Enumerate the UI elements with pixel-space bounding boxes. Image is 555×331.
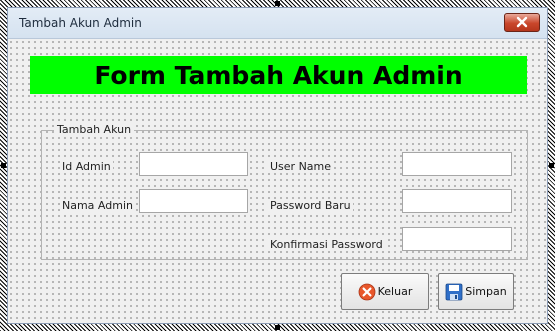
exit-icon xyxy=(358,283,376,301)
resize-handle-top[interactable] xyxy=(275,1,280,6)
nama-admin-input[interactable] xyxy=(139,189,248,213)
user-name-input[interactable] xyxy=(402,152,512,176)
form-window: Tambah Akun Admin Form Tambah Akun Admin… xyxy=(7,7,548,324)
password-baru-input[interactable] xyxy=(402,189,512,213)
form-client-area: Form Tambah Akun Admin Tambah Akun Id Ad… xyxy=(8,39,547,323)
close-button[interactable] xyxy=(504,13,540,32)
close-icon xyxy=(515,13,529,32)
id-admin-label: Id Admin xyxy=(60,160,113,173)
title-bar: Tambah Akun Admin xyxy=(8,8,547,39)
password-baru-label: Password Baru xyxy=(268,199,353,212)
nama-admin-label: Nama Admin xyxy=(60,199,135,212)
resize-handle-right[interactable] xyxy=(549,163,554,168)
konfirmasi-password-input[interactable] xyxy=(402,227,512,251)
konfirmasi-password-label: Konfirmasi Password xyxy=(268,238,385,251)
keluar-button[interactable]: Keluar xyxy=(341,273,429,310)
simpan-button[interactable]: Simpan xyxy=(438,273,514,310)
id-admin-input[interactable] xyxy=(139,152,248,176)
user-name-label: User Name xyxy=(268,160,334,173)
save-icon xyxy=(445,283,463,301)
keluar-label: Keluar xyxy=(377,285,413,298)
form-heading: Form Tambah Akun Admin xyxy=(94,60,463,90)
form-banner: Form Tambah Akun Admin xyxy=(30,56,527,94)
resize-handle-bottom[interactable] xyxy=(275,325,280,330)
window-title: Tambah Akun Admin xyxy=(19,16,142,30)
resize-handle-left[interactable] xyxy=(1,163,6,168)
frame-legend: Tambah Akun xyxy=(54,123,135,136)
simpan-label: Simpan xyxy=(465,285,507,298)
